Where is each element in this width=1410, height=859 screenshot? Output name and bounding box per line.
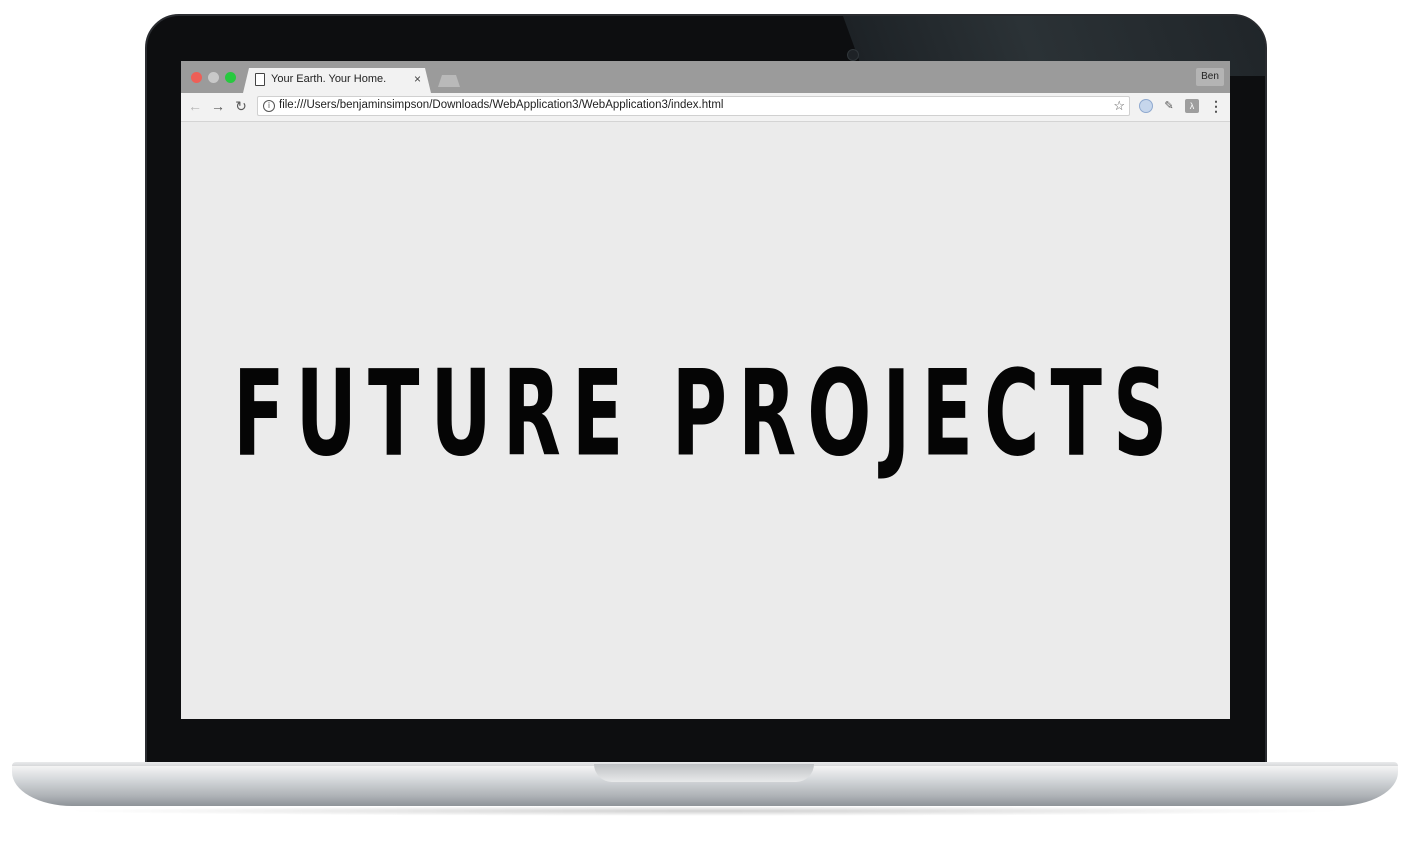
- laptop-mockup: Your Earth. Your Home. × Ben ← → ↻ i fil…: [0, 0, 1410, 859]
- tab-strip: Your Earth. Your Home. × Ben: [181, 61, 1230, 93]
- headline-container: FUTURE PROJECTS: [181, 116, 1230, 713]
- window-maximize-button[interactable]: [225, 72, 236, 83]
- extension-icon[interactable]: [1139, 99, 1153, 113]
- profile-button[interactable]: Ben: [1196, 68, 1224, 86]
- extension-badge-icon[interactable]: λ: [1185, 99, 1199, 113]
- url-text[interactable]: file:///Users/benjaminsimpson/Downloads/…: [279, 99, 723, 111]
- laptop-opening-notch: [594, 764, 814, 782]
- page-headline: FUTURE PROJECTS: [232, 345, 1179, 484]
- browser-window: Your Earth. Your Home. × Ben ← → ↻ i fil…: [181, 61, 1230, 719]
- bookmark-star-icon[interactable]: ☆: [1113, 98, 1125, 114]
- info-icon[interactable]: i: [263, 100, 275, 112]
- window-close-button[interactable]: [191, 72, 202, 83]
- document-icon: [255, 73, 265, 86]
- window-minimize-button[interactable]: [208, 72, 219, 83]
- tab-close-icon[interactable]: ×: [414, 72, 421, 86]
- new-tab-button[interactable]: [438, 75, 460, 87]
- tab-your-earth[interactable]: Your Earth. Your Home. ×: [243, 68, 431, 93]
- tab-title: Your Earth. Your Home.: [271, 73, 387, 85]
- address-bar[interactable]: i file:///Users/benjaminsimpson/Download…: [257, 96, 1130, 116]
- laptop-shadow: [60, 806, 1350, 816]
- reload-icon[interactable]: ↻: [233, 98, 249, 114]
- forward-arrow-icon[interactable]: →: [210, 98, 226, 114]
- menu-kebab-icon[interactable]: ⋮: [1209, 98, 1223, 114]
- camera-icon: [847, 49, 859, 61]
- back-arrow-icon[interactable]: ←: [187, 98, 203, 114]
- eyedropper-icon[interactable]: ✎: [1162, 99, 1176, 113]
- page-content: FUTURE PROJECTS: [181, 122, 1230, 719]
